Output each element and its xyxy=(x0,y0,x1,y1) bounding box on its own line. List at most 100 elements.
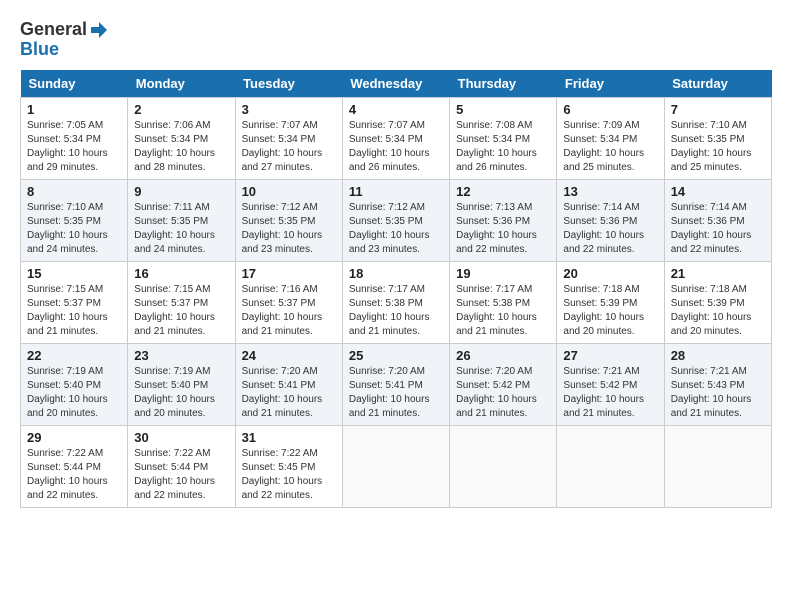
day-number: 13 xyxy=(563,184,657,199)
calendar-cell: 9 Sunrise: 7:11 AM Sunset: 5:35 PM Dayli… xyxy=(128,179,235,261)
day-info: Sunrise: 7:17 AM Sunset: 5:38 PM Dayligh… xyxy=(349,283,443,339)
day-info: Sunrise: 7:14 AM Sunset: 5:36 PM Dayligh… xyxy=(563,201,657,257)
calendar-header-row: SundayMondayTuesdayWednesdayThursdayFrid… xyxy=(21,70,772,98)
calendar-cell: 3 Sunrise: 7:07 AM Sunset: 5:34 PM Dayli… xyxy=(235,97,342,179)
calendar-table: SundayMondayTuesdayWednesdayThursdayFrid… xyxy=(20,70,772,508)
day-info: Sunrise: 7:09 AM Sunset: 5:34 PM Dayligh… xyxy=(563,119,657,175)
calendar-week-3: 15 Sunrise: 7:15 AM Sunset: 5:37 PM Dayl… xyxy=(21,261,772,343)
day-info: Sunrise: 7:21 AM Sunset: 5:43 PM Dayligh… xyxy=(671,365,765,421)
day-info: Sunrise: 7:05 AM Sunset: 5:34 PM Dayligh… xyxy=(27,119,121,175)
calendar-cell: 25 Sunrise: 7:20 AM Sunset: 5:41 PM Dayl… xyxy=(342,343,449,425)
page-header: General Blue xyxy=(20,20,772,60)
day-number: 11 xyxy=(349,184,443,199)
day-info: Sunrise: 7:17 AM Sunset: 5:38 PM Dayligh… xyxy=(456,283,550,339)
day-number: 3 xyxy=(242,102,336,117)
day-number: 5 xyxy=(456,102,550,117)
day-header-monday: Monday xyxy=(128,70,235,98)
day-info: Sunrise: 7:20 AM Sunset: 5:41 PM Dayligh… xyxy=(242,365,336,421)
day-number: 27 xyxy=(563,348,657,363)
day-info: Sunrise: 7:21 AM Sunset: 5:42 PM Dayligh… xyxy=(563,365,657,421)
calendar-cell: 28 Sunrise: 7:21 AM Sunset: 5:43 PM Dayl… xyxy=(664,343,771,425)
day-number: 19 xyxy=(456,266,550,281)
day-info: Sunrise: 7:06 AM Sunset: 5:34 PM Dayligh… xyxy=(134,119,228,175)
day-number: 8 xyxy=(27,184,121,199)
day-number: 16 xyxy=(134,266,228,281)
day-number: 2 xyxy=(134,102,228,117)
calendar-cell xyxy=(342,425,449,507)
logo-blue: Blue xyxy=(20,40,59,60)
calendar-cell xyxy=(557,425,664,507)
day-number: 21 xyxy=(671,266,765,281)
day-info: Sunrise: 7:16 AM Sunset: 5:37 PM Dayligh… xyxy=(242,283,336,339)
calendar-cell: 18 Sunrise: 7:17 AM Sunset: 5:38 PM Dayl… xyxy=(342,261,449,343)
day-header-sunday: Sunday xyxy=(21,70,128,98)
day-number: 26 xyxy=(456,348,550,363)
day-number: 17 xyxy=(242,266,336,281)
day-number: 12 xyxy=(456,184,550,199)
day-info: Sunrise: 7:15 AM Sunset: 5:37 PM Dayligh… xyxy=(134,283,228,339)
day-info: Sunrise: 7:11 AM Sunset: 5:35 PM Dayligh… xyxy=(134,201,228,257)
day-header-tuesday: Tuesday xyxy=(235,70,342,98)
day-number: 6 xyxy=(563,102,657,117)
day-info: Sunrise: 7:10 AM Sunset: 5:35 PM Dayligh… xyxy=(671,119,765,175)
day-number: 10 xyxy=(242,184,336,199)
calendar-cell: 10 Sunrise: 7:12 AM Sunset: 5:35 PM Dayl… xyxy=(235,179,342,261)
calendar-cell: 4 Sunrise: 7:07 AM Sunset: 5:34 PM Dayli… xyxy=(342,97,449,179)
day-info: Sunrise: 7:12 AM Sunset: 5:35 PM Dayligh… xyxy=(242,201,336,257)
day-info: Sunrise: 7:18 AM Sunset: 5:39 PM Dayligh… xyxy=(563,283,657,339)
day-info: Sunrise: 7:15 AM Sunset: 5:37 PM Dayligh… xyxy=(27,283,121,339)
day-info: Sunrise: 7:13 AM Sunset: 5:36 PM Dayligh… xyxy=(456,201,550,257)
calendar-cell: 20 Sunrise: 7:18 AM Sunset: 5:39 PM Dayl… xyxy=(557,261,664,343)
calendar-cell xyxy=(664,425,771,507)
calendar-cell: 16 Sunrise: 7:15 AM Sunset: 5:37 PM Dayl… xyxy=(128,261,235,343)
calendar-cell: 30 Sunrise: 7:22 AM Sunset: 5:44 PM Dayl… xyxy=(128,425,235,507)
day-header-wednesday: Wednesday xyxy=(342,70,449,98)
day-info: Sunrise: 7:07 AM Sunset: 5:34 PM Dayligh… xyxy=(349,119,443,175)
day-info: Sunrise: 7:18 AM Sunset: 5:39 PM Dayligh… xyxy=(671,283,765,339)
day-info: Sunrise: 7:12 AM Sunset: 5:35 PM Dayligh… xyxy=(349,201,443,257)
day-info: Sunrise: 7:10 AM Sunset: 5:35 PM Dayligh… xyxy=(27,201,121,257)
calendar-cell xyxy=(450,425,557,507)
day-number: 7 xyxy=(671,102,765,117)
day-number: 31 xyxy=(242,430,336,445)
logo: General Blue xyxy=(20,20,109,60)
day-number: 1 xyxy=(27,102,121,117)
calendar-cell: 1 Sunrise: 7:05 AM Sunset: 5:34 PM Dayli… xyxy=(21,97,128,179)
calendar-cell: 22 Sunrise: 7:19 AM Sunset: 5:40 PM Dayl… xyxy=(21,343,128,425)
calendar-cell: 17 Sunrise: 7:16 AM Sunset: 5:37 PM Dayl… xyxy=(235,261,342,343)
day-number: 18 xyxy=(349,266,443,281)
calendar-cell: 5 Sunrise: 7:08 AM Sunset: 5:34 PM Dayli… xyxy=(450,97,557,179)
day-number: 28 xyxy=(671,348,765,363)
day-info: Sunrise: 7:19 AM Sunset: 5:40 PM Dayligh… xyxy=(134,365,228,421)
day-header-saturday: Saturday xyxy=(664,70,771,98)
day-info: Sunrise: 7:20 AM Sunset: 5:42 PM Dayligh… xyxy=(456,365,550,421)
logo-container: General Blue xyxy=(20,20,109,60)
calendar-week-1: 1 Sunrise: 7:05 AM Sunset: 5:34 PM Dayli… xyxy=(21,97,772,179)
calendar-cell: 23 Sunrise: 7:19 AM Sunset: 5:40 PM Dayl… xyxy=(128,343,235,425)
day-number: 4 xyxy=(349,102,443,117)
logo-general: General xyxy=(20,20,87,40)
day-number: 14 xyxy=(671,184,765,199)
calendar-cell: 11 Sunrise: 7:12 AM Sunset: 5:35 PM Dayl… xyxy=(342,179,449,261)
calendar-cell: 6 Sunrise: 7:09 AM Sunset: 5:34 PM Dayli… xyxy=(557,97,664,179)
day-info: Sunrise: 7:22 AM Sunset: 5:44 PM Dayligh… xyxy=(27,447,121,503)
calendar-week-4: 22 Sunrise: 7:19 AM Sunset: 5:40 PM Dayl… xyxy=(21,343,772,425)
day-header-thursday: Thursday xyxy=(450,70,557,98)
calendar-cell: 13 Sunrise: 7:14 AM Sunset: 5:36 PM Dayl… xyxy=(557,179,664,261)
day-number: 20 xyxy=(563,266,657,281)
day-number: 22 xyxy=(27,348,121,363)
calendar-cell: 8 Sunrise: 7:10 AM Sunset: 5:35 PM Dayli… xyxy=(21,179,128,261)
calendar-cell: 21 Sunrise: 7:18 AM Sunset: 5:39 PM Dayl… xyxy=(664,261,771,343)
day-number: 25 xyxy=(349,348,443,363)
day-info: Sunrise: 7:14 AM Sunset: 5:36 PM Dayligh… xyxy=(671,201,765,257)
day-number: 30 xyxy=(134,430,228,445)
calendar-cell: 12 Sunrise: 7:13 AM Sunset: 5:36 PM Dayl… xyxy=(450,179,557,261)
day-number: 24 xyxy=(242,348,336,363)
day-info: Sunrise: 7:08 AM Sunset: 5:34 PM Dayligh… xyxy=(456,119,550,175)
calendar-cell: 24 Sunrise: 7:20 AM Sunset: 5:41 PM Dayl… xyxy=(235,343,342,425)
day-info: Sunrise: 7:19 AM Sunset: 5:40 PM Dayligh… xyxy=(27,365,121,421)
day-info: Sunrise: 7:20 AM Sunset: 5:41 PM Dayligh… xyxy=(349,365,443,421)
calendar-cell: 7 Sunrise: 7:10 AM Sunset: 5:35 PM Dayli… xyxy=(664,97,771,179)
day-info: Sunrise: 7:07 AM Sunset: 5:34 PM Dayligh… xyxy=(242,119,336,175)
day-number: 15 xyxy=(27,266,121,281)
